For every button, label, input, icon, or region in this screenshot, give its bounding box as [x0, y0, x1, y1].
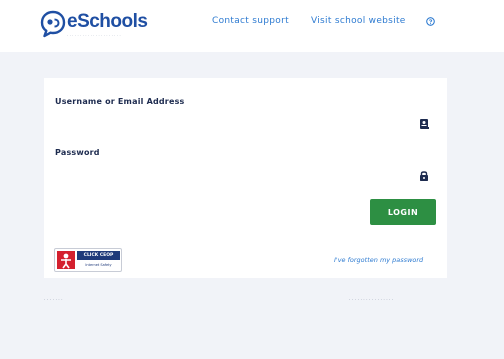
chat-bubble-logo-icon — [40, 10, 66, 38]
header-bar: eSchools · · · · · · · · · · · · · · · ·… — [0, 0, 504, 52]
eschools-logo[interactable]: eSchools · · · · · · · · · · · · · · · ·… — [40, 10, 148, 42]
visit-school-website-link[interactable]: Visit school website — [311, 16, 406, 26]
lock-icon — [420, 171, 428, 181]
logo-tagline: · · · · · · · · · · · · · · · · · · · · … — [67, 34, 121, 38]
badge-top-text: CLICK CEOP — [77, 251, 120, 260]
footer-links[interactable]: · · · · · · · · · · · · · · · · — [349, 298, 393, 303]
click-ceop-icon — [57, 251, 75, 269]
contact-support-link[interactable]: Contact support — [212, 16, 289, 26]
password-input[interactable] — [55, 164, 435, 186]
forgot-password-link[interactable]: I've forgotten my password — [334, 256, 423, 264]
username-label: Username or Email Address — [55, 97, 185, 106]
username-input[interactable] — [55, 112, 435, 134]
question-circle-icon[interactable] — [426, 17, 435, 26]
user-card-icon — [420, 119, 429, 129]
logo-text: eSchools — [67, 11, 148, 32]
password-label: Password — [55, 148, 100, 157]
click-ceop-badge[interactable]: CLICK CEOP Internet Safety — [54, 248, 122, 272]
login-card: Username or Email Address Password LOGIN… — [44, 78, 447, 278]
badge-bottom-text: Internet Safety — [85, 263, 112, 267]
login-button[interactable]: LOGIN — [370, 199, 436, 225]
footer-copyright: · · · · · · · — [44, 298, 63, 303]
